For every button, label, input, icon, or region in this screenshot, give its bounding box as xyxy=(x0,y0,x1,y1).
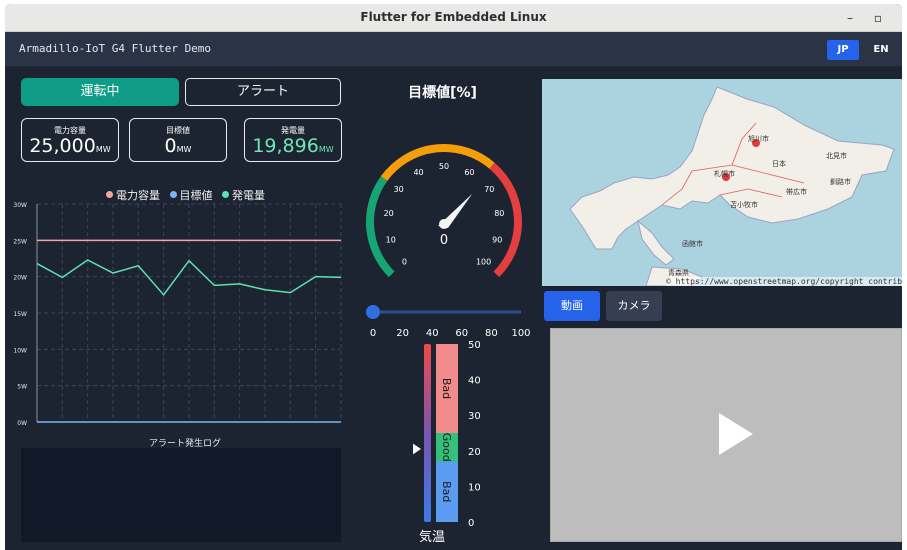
slider-thumb[interactable] xyxy=(366,305,380,319)
metric-target-value: 0 xyxy=(164,135,177,157)
metric-output: 発電量 19,896MW xyxy=(244,118,342,162)
main-content: 運転中 アラート 電力容量 25,000MW 目標値 0MW 発電量 19,89… xyxy=(5,66,902,550)
map-label-kushiro: 釧路市 xyxy=(830,178,851,186)
metric-capacity-value: 25,000 xyxy=(29,135,96,157)
gauge-tick-label: 60 xyxy=(464,168,474,177)
video-player[interactable] xyxy=(550,328,902,542)
running-status-button[interactable]: 運転中 xyxy=(21,78,179,106)
target-slider[interactable]: 0 20 40 60 80 100 xyxy=(357,300,537,340)
gauge-tick-label: 100 xyxy=(476,258,491,267)
map-label-obihiro: 帯広市 xyxy=(786,188,807,196)
gauge-needle-hub xyxy=(439,219,449,229)
chart-ytick-label: 20W xyxy=(13,275,27,282)
gauge-tick-label: 20 xyxy=(384,209,394,218)
chart-ytick-label: 10W xyxy=(13,347,27,354)
gauge-tick-label: 30 xyxy=(394,185,404,194)
lang-jp-button[interactable]: JP xyxy=(827,40,859,60)
metric-output-value: 19,896 xyxy=(252,135,319,157)
map-label-tomakomai: 苫小牧市 xyxy=(730,201,758,209)
map-attribution[interactable]: © https://www.openstreetmap.org/copyrigh… xyxy=(666,277,902,286)
temperature-tick-label: 50 xyxy=(468,340,481,351)
gauge-title: 目標値[%] xyxy=(408,85,477,101)
tab-camera[interactable]: カメラ xyxy=(606,291,662,321)
map-label-hakodate: 函館市 xyxy=(682,240,703,248)
chart-ytick-label: 30W xyxy=(13,202,27,209)
temperature-tick-label: 40 xyxy=(468,376,481,387)
map-label-asahikawa: 旭川市 xyxy=(748,135,769,143)
gauge-tick-label: 10 xyxy=(386,235,396,244)
map-label-sapporo: 札幌市 xyxy=(714,170,735,178)
window-titlebar: Flutter for Embedded Linux – ▫ xyxy=(5,4,902,32)
gauge-tick-label: 40 xyxy=(413,168,423,177)
map-label-kitami: 北見市 xyxy=(826,152,847,160)
gauge-tick-label: 90 xyxy=(492,235,502,244)
power-line-chart: 30W 25W 20W 15W 10W 5W 0W xyxy=(13,202,342,427)
gauge-tick-label: 50 xyxy=(439,162,449,171)
metric-capacity-unit: MW xyxy=(95,145,111,154)
lang-en-button[interactable]: EN xyxy=(865,40,897,60)
app-title: Armadillo-IoT G4 Flutter Demo xyxy=(19,42,212,55)
chart-ytick-label: 0W xyxy=(17,420,27,427)
map-view[interactable]: 旭川市 日本 北見市 札幌市 帯広市 釧路市 苫小牧市 函館市 青森県 © ht… xyxy=(542,79,902,286)
play-icon[interactable] xyxy=(719,413,753,455)
gauge-arc-high xyxy=(489,162,522,278)
alert-log-panel xyxy=(21,448,341,542)
gauge-tick-label: 80 xyxy=(494,209,504,218)
metric-target: 目標値 0MW xyxy=(129,118,227,162)
temperature-tick-label: 20 xyxy=(468,447,481,458)
band-label: Bad xyxy=(440,481,453,502)
metric-target-unit: MW xyxy=(176,145,192,154)
gauge-tick-label: 0 xyxy=(402,258,407,267)
band-label: Good xyxy=(440,433,453,462)
maximize-button[interactable]: ▫ xyxy=(869,9,887,27)
chart-ytick-label: 25W xyxy=(13,238,27,245)
temperature-label: 気温 xyxy=(419,530,446,545)
slider-tick-label: 0 xyxy=(370,328,376,339)
metric-capacity: 電力容量 25,000MW xyxy=(21,118,119,162)
chart-ytick-label: 15W xyxy=(13,311,27,318)
gauge-tick-label: 70 xyxy=(484,185,494,194)
temperature-tick-label: 10 xyxy=(468,482,481,493)
temperature-indicator-icon xyxy=(413,443,421,455)
band-label: Bad xyxy=(440,378,453,399)
app-window: Flutter for Embedded Linux – ▫ Armadillo… xyxy=(5,4,902,550)
alert-status-button[interactable]: アラート xyxy=(185,78,341,106)
minimize-button[interactable]: – xyxy=(841,9,859,27)
window-title: Flutter for Embedded Linux xyxy=(360,10,547,24)
tab-video[interactable]: 動画 xyxy=(544,291,600,321)
temperature-meter: Bad Good Bad 50 40 30 20 10 0 xyxy=(413,340,481,528)
metric-target-label: 目標値 xyxy=(166,126,190,135)
gauge-arc-low xyxy=(366,176,395,278)
temperature-tick-label: 0 xyxy=(468,518,474,528)
gauge-value: 0 xyxy=(440,233,448,248)
target-gauge: 0 10 20 30 40 50 60 70 80 90 100 0 xyxy=(366,144,522,278)
temperature-gradient-bar xyxy=(424,344,431,522)
map-label-japan: 日本 xyxy=(772,160,786,168)
temperature-tick-label: 30 xyxy=(468,411,481,422)
slider-tick-label: 100 xyxy=(511,328,530,339)
app-bar: Armadillo-IoT G4 Flutter Demo JP EN xyxy=(5,32,902,66)
chart-ytick-label: 5W xyxy=(17,384,27,391)
metric-output-unit: MW xyxy=(318,145,334,154)
